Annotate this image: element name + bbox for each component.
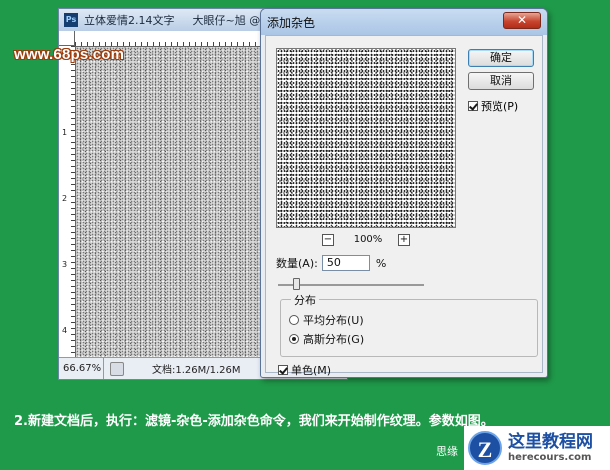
dialog-title: 添加杂色 [267, 15, 316, 30]
brand-mark-icon: Z [468, 431, 502, 465]
gaussian-option[interactable]: 高斯分布(G) [289, 331, 364, 347]
ruler-number: 4 [62, 326, 68, 335]
ruler-number: 3 [62, 260, 68, 269]
distribution-group: 分布 平均分布(U) 高斯分布(G) [280, 292, 538, 357]
brand-texts: 这里教程网 herecours.com [508, 432, 593, 464]
dialog-titlebar[interactable]: 添加杂色 ✕ [261, 9, 547, 35]
author-text: 思缘 [436, 445, 458, 458]
site-watermark: www.68ps.com [14, 46, 125, 63]
ruler-left[interactable]: 1 2 3 4 [59, 46, 76, 358]
cancel-button[interactable]: 取消 [468, 72, 534, 90]
tutorial-caption: 2.新建文档后，执行：滤镜-杂色-添加杂色命令，我们来开始制作纹理。参数如图。 [14, 414, 494, 429]
ruler-number: 2 [62, 194, 68, 203]
status-doc-size: 文档:1.26M/1.26M [152, 365, 241, 376]
amount-slider[interactable] [278, 278, 424, 290]
preview-zoom-value: 100% [353, 234, 383, 245]
document-filename: 立体爱情2.14文字 [84, 14, 175, 27]
close-icon: ✕ [516, 13, 528, 27]
brand-logo: Z 这里教程网 herecours.com [464, 426, 610, 470]
add-noise-dialog: 添加杂色 ✕ − 100% + 确定 取消 预览(P) 数量(A): 50 % … [260, 8, 548, 378]
monochromatic-label: 单色(M) [291, 364, 332, 377]
preview-checkbox-row[interactable]: 预览(P) [468, 98, 518, 114]
ok-button[interactable]: 确定 [468, 49, 534, 67]
status-menu-icon[interactable] [110, 361, 124, 376]
amount-unit: % [375, 256, 387, 270]
monochromatic-checkbox-row[interactable]: 单色(M) [278, 362, 331, 378]
monochromatic-checkbox[interactable] [278, 365, 288, 375]
gaussian-radio[interactable] [289, 334, 299, 344]
amount-input[interactable]: 50 [321, 255, 370, 271]
preview-checkbox[interactable] [468, 101, 478, 111]
zoom-out-button[interactable]: − [322, 234, 334, 246]
uniform-label: 平均分布(U) [303, 314, 364, 327]
amount-label: 数量(A): [276, 257, 318, 270]
gaussian-label: 高斯分布(G) [303, 333, 365, 346]
zoom-in-button[interactable]: + [398, 234, 410, 246]
amount-row: 数量(A): 50 % [276, 254, 536, 272]
ruler-number: 1 [62, 128, 68, 137]
uniform-option[interactable]: 平均分布(U) [289, 312, 364, 328]
close-button[interactable]: ✕ [503, 12, 541, 29]
status-zoom-value: 66.67% [63, 363, 102, 374]
preview-zoom-controls: − 100% + [276, 234, 456, 248]
amount-slider-thumb[interactable] [292, 278, 300, 290]
dialog-body: − 100% + 确定 取消 预览(P) 数量(A): 50 % 分布 平均分布… [265, 35, 543, 377]
uniform-radio[interactable] [289, 315, 299, 325]
brand-name: 这里教程网 [508, 432, 593, 452]
brand-url: herecours.com [508, 452, 592, 463]
photoshop-icon: Ps [64, 13, 78, 27]
status-zoom[interactable]: 66.67% [59, 358, 104, 379]
noise-preview[interactable] [276, 48, 456, 228]
distribution-legend: 分布 [291, 292, 319, 308]
ruler-corner [59, 31, 75, 46]
preview-checkbox-label: 预览(P) [481, 100, 519, 113]
